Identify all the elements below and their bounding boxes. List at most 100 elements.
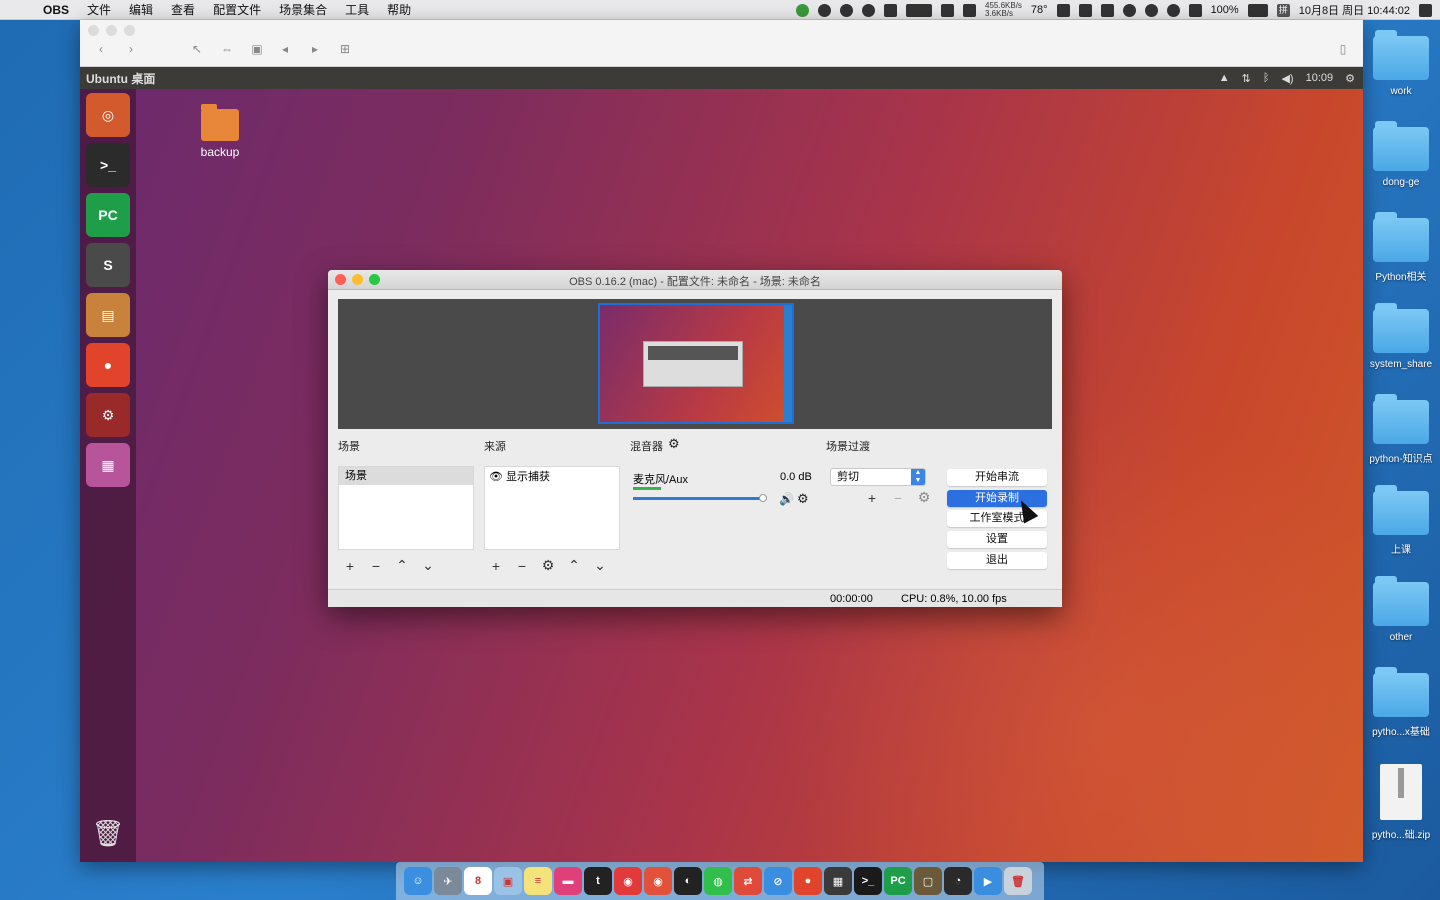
- dock-screen-icon[interactable]: ▬: [554, 867, 582, 895]
- network-icon[interactable]: ⇅: [1242, 72, 1251, 85]
- visibility-eye-icon[interactable]: 👁: [489, 471, 503, 483]
- power-gear-icon[interactable]: ⚙: [1345, 72, 1355, 85]
- preview-display-capture[interactable]: [598, 303, 794, 424]
- stats-icon[interactable]: [941, 3, 954, 17]
- vm-forward-arrow-icon[interactable]: ▸: [308, 42, 322, 56]
- vm-back-icon[interactable]: ‹: [94, 42, 108, 56]
- clock[interactable]: 10月8日 周日 10:44:02: [1299, 2, 1410, 18]
- dock-terminal-icon[interactable]: >_: [854, 867, 882, 895]
- dock-wechat-icon[interactable]: ◍: [704, 867, 732, 895]
- vm-minimize-button[interactable]: [106, 25, 117, 36]
- status-app-icon[interactable]: [796, 3, 809, 17]
- vm-forward-icon[interactable]: ›: [124, 42, 138, 56]
- menu-obs[interactable]: OBS: [34, 3, 78, 17]
- dock-notes-icon[interactable]: ≡: [524, 867, 552, 895]
- menu-tools[interactable]: 工具: [336, 1, 378, 18]
- bluetooth-icon[interactable]: ᛒ: [1263, 72, 1270, 84]
- dock-pycharm-icon[interactable]: PC: [884, 867, 912, 895]
- menu-edit[interactable]: 编辑: [120, 1, 162, 18]
- update-icon[interactable]: ▲: [1219, 72, 1230, 84]
- menu-scene-collection[interactable]: 场景集合: [270, 1, 336, 18]
- desktop-icon-5[interactable]: 上课: [1362, 485, 1440, 556]
- settings-button[interactable]: 设置: [947, 531, 1047, 548]
- input-method-icon[interactable]: 拼: [1276, 3, 1290, 17]
- menu-profile[interactable]: 配置文件: [204, 1, 270, 18]
- vm-fullscreen-icon[interactable]: ⊞: [338, 42, 352, 56]
- paper-plane-icon[interactable]: [1056, 3, 1070, 17]
- scenes-list[interactable]: 场景: [338, 466, 474, 550]
- battery-icon[interactable]: [1247, 3, 1268, 17]
- grid-icon[interactable]: [963, 3, 976, 17]
- add-transition-button[interactable]: +: [864, 490, 880, 506]
- vm-snapshot-icon[interactable]: ▣: [250, 42, 264, 56]
- sources-list[interactable]: 👁 显示捕获: [484, 466, 620, 550]
- volume-slider-handle[interactable]: [759, 494, 767, 502]
- source-up-button[interactable]: ⌃: [566, 557, 582, 574]
- dock-finder-icon[interactable]: ☺: [404, 867, 432, 895]
- vm-zoom-button[interactable]: [124, 25, 135, 36]
- bookmark-icon[interactable]: [1078, 3, 1092, 17]
- vm-sidebar-icon[interactable]: ▯: [1336, 42, 1350, 56]
- dock-chrome-icon[interactable]: ●: [794, 867, 822, 895]
- launcher-sublime-icon[interactable]: S: [86, 243, 130, 287]
- desktop-icon-3[interactable]: system_share: [1362, 303, 1440, 370]
- scene-up-button[interactable]: ⌃: [394, 557, 410, 574]
- display-icon[interactable]: [906, 3, 932, 17]
- dock-activity-icon[interactable]: ▦: [824, 867, 852, 895]
- dock-trash-icon[interactable]: 🗑: [1004, 867, 1032, 895]
- launcher-pycharm-icon[interactable]: PC: [86, 193, 130, 237]
- remove-scene-button[interactable]: −: [368, 558, 384, 574]
- desktop-icon-8[interactable]: pytho...础.zip: [1362, 764, 1440, 841]
- dock-safari-icon[interactable]: ⊘: [764, 867, 792, 895]
- search-icon[interactable]: [1122, 3, 1136, 17]
- dock-netease-icon[interactable]: ◉: [614, 867, 642, 895]
- mixer-track-gear-icon[interactable]: ⚙: [797, 491, 809, 507]
- desktop-folder-backup[interactable]: backup: [188, 104, 252, 159]
- desktop-icon-1[interactable]: dong-ge: [1362, 121, 1440, 188]
- trash-icon[interactable]: 🗑: [86, 811, 130, 855]
- dock-virtualbox-icon[interactable]: ▢: [914, 867, 942, 895]
- mixer-gear-icon[interactable]: ⚙: [668, 436, 680, 452]
- airplay-icon[interactable]: [1188, 3, 1202, 17]
- remove-source-button[interactable]: −: [514, 558, 530, 574]
- add-source-button[interactable]: +: [488, 558, 504, 574]
- launcher-chrome-icon[interactable]: ●: [86, 343, 130, 387]
- transition-settings-icon[interactable]: ⚙: [916, 489, 932, 506]
- dock-xmind-icon[interactable]: ⇄: [734, 867, 762, 895]
- launcher-files-icon[interactable]: ▤: [86, 293, 130, 337]
- dock-tumblr-icon[interactable]: t: [584, 867, 612, 895]
- desktop-icon-4[interactable]: python-知识点: [1362, 394, 1440, 465]
- start-streaming-button[interactable]: 开始串流: [947, 469, 1047, 486]
- sound-icon[interactable]: ◀): [1281, 72, 1293, 85]
- menu-file[interactable]: 文件: [78, 1, 120, 18]
- launcher-dash-icon[interactable]: ◎: [86, 93, 130, 137]
- vm-back-arrow-icon[interactable]: ◂: [278, 42, 292, 56]
- obs-preview[interactable]: [338, 299, 1052, 429]
- exit-button[interactable]: 退出: [947, 552, 1047, 569]
- dock-qq-icon[interactable]: ◐: [674, 867, 702, 895]
- vm-pointer-icon[interactable]: ↖: [190, 42, 204, 56]
- desktop-icon-7[interactable]: pytho...x基础: [1362, 667, 1440, 738]
- menu-view[interactable]: 查看: [162, 1, 204, 18]
- volume-icon[interactable]: [1166, 3, 1180, 17]
- scene-item[interactable]: 场景: [339, 467, 473, 485]
- dock-launchpad-icon[interactable]: ✈: [434, 867, 462, 895]
- window-icon[interactable]: [884, 3, 897, 17]
- add-scene-button[interactable]: +: [342, 558, 358, 574]
- vm-link-icon[interactable]: ⇔: [220, 42, 234, 56]
- mute-speaker-icon[interactable]: 🔊: [779, 492, 794, 506]
- notification-center-icon[interactable]: [1419, 3, 1432, 17]
- remove-transition-button[interactable]: −: [890, 490, 906, 506]
- tools-icon[interactable]: [862, 3, 875, 17]
- dock-calendar-icon[interactable]: 8: [464, 867, 492, 895]
- launcher-terminal-icon[interactable]: >_: [86, 143, 130, 187]
- dock-obs-icon[interactable]: ◔: [944, 867, 972, 895]
- transition-select[interactable]: 剪切 ▲ ▼: [830, 468, 926, 486]
- source-down-button[interactable]: ⌄: [592, 557, 608, 574]
- location-icon[interactable]: [840, 3, 853, 17]
- ubuntu-clock[interactable]: 10:09: [1306, 72, 1334, 84]
- source-settings-icon[interactable]: ⚙: [540, 557, 556, 574]
- dock-preview-icon[interactable]: ▣: [494, 867, 522, 895]
- calendar-icon[interactable]: [1100, 3, 1114, 17]
- vm-close-button[interactable]: [88, 25, 99, 36]
